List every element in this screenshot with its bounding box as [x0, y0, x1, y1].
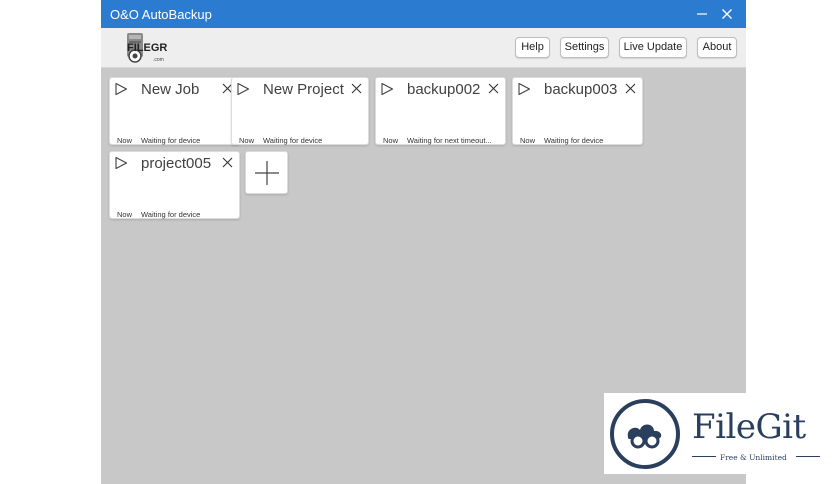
job-card[interactable]: backup002 Now Waiting for next timeout..…	[375, 77, 506, 145]
filegr-logo: FILEGR .com	[105, 30, 185, 66]
job-card[interactable]: backup003 Now Waiting for device	[512, 77, 643, 145]
filegit-name: FileGit	[692, 407, 806, 447]
remove-job-icon[interactable]	[625, 83, 636, 94]
add-job-icon	[255, 161, 279, 185]
remove-job-icon[interactable]	[351, 83, 362, 94]
job-time: Now	[117, 210, 133, 219]
filegit-logo-icon	[610, 399, 680, 469]
job-card[interactable]: New Job Now Waiting for device	[109, 77, 240, 145]
play-icon[interactable]	[380, 82, 394, 96]
filegit-watermark: FileGit Free & Unlimited	[604, 393, 836, 474]
minimize-icon	[697, 13, 707, 15]
add-job-button[interactable]	[245, 151, 288, 194]
job-status: Waiting for device	[141, 136, 201, 145]
toolbar: FILEGR .com Help Settings Live Update Ab…	[101, 28, 746, 68]
job-card[interactable]: New Project Now Waiting for device	[231, 77, 369, 145]
play-icon[interactable]	[236, 82, 250, 96]
title-bar: O&O AutoBackup	[101, 0, 746, 28]
job-time: Now	[520, 136, 536, 145]
play-icon[interactable]	[114, 156, 128, 170]
tagline-rule	[796, 456, 820, 457]
close-icon	[722, 9, 732, 19]
job-name: project005	[141, 155, 212, 172]
remove-job-icon[interactable]	[222, 157, 233, 168]
help-button[interactable]: Help	[515, 37, 550, 58]
logo-text: FILEGR	[127, 42, 167, 54]
job-time: Now	[117, 136, 133, 145]
live-update-button[interactable]: Live Update	[619, 37, 687, 58]
job-name: New Job	[141, 81, 200, 98]
remove-job-icon[interactable]	[488, 83, 499, 94]
tagline-rule	[692, 456, 716, 457]
job-status: Waiting for next timeout...	[407, 136, 492, 145]
job-time: Now	[383, 136, 399, 145]
job-name: New Project	[263, 81, 344, 98]
window-title: O&O AutoBackup	[110, 7, 212, 22]
job-status: Waiting for device	[141, 210, 201, 219]
job-card[interactable]: project005 Now Waiting for device	[109, 151, 240, 219]
logo-subtext: .com	[153, 57, 164, 63]
filegit-tagline: Free & Unlimited	[720, 453, 787, 462]
play-icon[interactable]	[114, 82, 128, 96]
job-status: Waiting for device	[544, 136, 604, 145]
close-window-button[interactable]	[716, 4, 738, 24]
job-name: backup002	[407, 81, 481, 98]
play-icon[interactable]	[517, 82, 531, 96]
job-name: backup003	[544, 81, 618, 98]
minimize-button[interactable]	[691, 4, 713, 24]
about-button[interactable]: About	[697, 37, 737, 58]
job-time: Now	[239, 136, 255, 145]
settings-button[interactable]: Settings	[560, 37, 609, 58]
job-status: Waiting for device	[263, 136, 323, 145]
